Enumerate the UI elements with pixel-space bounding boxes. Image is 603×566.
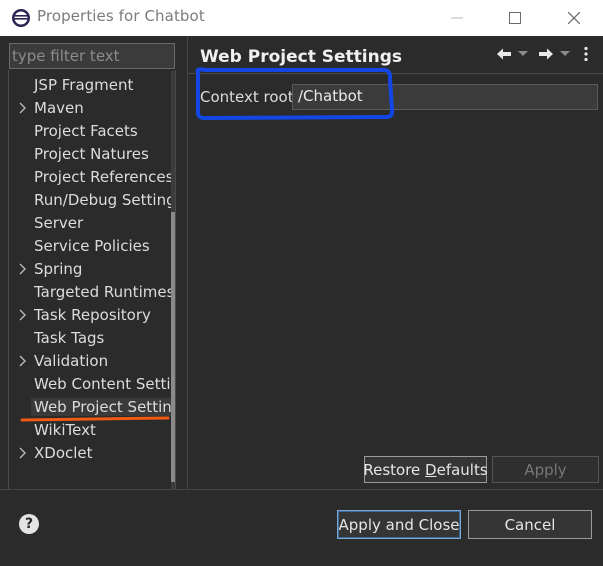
tree-item-label: Maven	[34, 99, 84, 117]
tree-item[interactable]: Task Repository	[9, 304, 175, 326]
filter-placeholder: type filter text	[12, 47, 120, 65]
tree-item-label: Targeted Runtimes	[34, 283, 175, 301]
forward-arrow-icon[interactable]	[536, 44, 556, 64]
chevron-right-icon[interactable]	[17, 262, 29, 276]
apply-button[interactable]: Apply	[492, 456, 599, 483]
tree-item[interactable]: Maven	[9, 97, 175, 119]
tree-item[interactable]: Project Natures	[9, 143, 175, 165]
window-title: Properties for Chatbot	[37, 7, 205, 25]
tree-item[interactable]: WikiText	[9, 419, 175, 441]
tree-item[interactable]: Server	[9, 212, 175, 234]
chevron-right-icon[interactable]	[17, 308, 29, 322]
tree-item-label: Task Repository	[34, 306, 151, 324]
tree-item[interactable]: Targeted Runtimes	[9, 281, 175, 303]
minimize-button[interactable]	[428, 0, 486, 36]
header-divider	[188, 73, 603, 74]
chevron-right-icon[interactable]	[17, 101, 29, 115]
tree-item-label: Validation	[34, 352, 109, 370]
close-button[interactable]	[545, 0, 603, 36]
tree-item-label: Project References	[34, 168, 174, 186]
restore-defaults-button[interactable]: Restore Defaults	[363, 456, 488, 483]
tree-item[interactable]: Spring	[9, 258, 175, 280]
tree-item[interactable]: Validation	[9, 350, 175, 372]
chevron-right-icon[interactable]	[17, 446, 29, 460]
apply-and-close-label: Apply and Close	[338, 515, 460, 534]
tree-item[interactable]: Web Project Settings	[9, 396, 175, 418]
chevron-right-icon[interactable]	[17, 354, 29, 368]
tree-item-label: Server	[34, 214, 84, 232]
tree-item[interactable]: Project Facets	[9, 120, 175, 142]
eclipse-icon	[11, 8, 31, 28]
close-icon	[568, 12, 580, 24]
forward-dropdown-icon[interactable]	[558, 44, 572, 64]
cancel-button[interactable]: Cancel	[468, 510, 592, 539]
tree-item[interactable]: Project References	[9, 166, 175, 188]
back-arrow-icon[interactable]	[494, 44, 514, 64]
context-root-value: /Chatbot	[298, 87, 363, 105]
property-page-tree: JSP Fragment Maven Project Facets Project N…	[9, 71, 175, 491]
tree-item-label: Run/Debug Settings	[34, 191, 175, 209]
tree-item-label: XDoclet	[34, 444, 93, 462]
tree-scrollbar-thumb[interactable]	[171, 212, 175, 482]
tree-item-label: JSP Fragment	[34, 76, 134, 94]
apply-and-close-button[interactable]: Apply and Close	[337, 510, 461, 539]
context-root-field[interactable]: /Chatbot	[292, 84, 598, 110]
tree-item[interactable]: JSP Fragment	[9, 74, 175, 96]
tree-item[interactable]: Web Content Settings	[9, 373, 175, 395]
view-menu-icon[interactable]	[578, 44, 594, 64]
tree-item-label: Web Content Settings	[34, 375, 175, 393]
tree-item[interactable]: Task Tags	[9, 327, 175, 349]
cancel-label: Cancel	[504, 515, 556, 534]
help-icon[interactable]: ?	[19, 514, 39, 534]
tree-item-label: Project Natures	[34, 145, 149, 163]
context-root-label: Context root:	[200, 88, 299, 106]
filter-input[interactable]: type filter text	[9, 43, 175, 69]
button-bar-divider	[0, 489, 603, 490]
tree-item-label: WikiText	[34, 421, 96, 439]
maximize-icon	[509, 12, 521, 24]
restore-defaults-mnemonic: D	[425, 460, 437, 479]
tree-item-label: Spring	[34, 260, 83, 278]
page-title: Web Project Settings	[200, 47, 403, 67]
tree-item-label: Web Project Settings	[31, 398, 175, 416]
maximize-button[interactable]	[486, 0, 544, 36]
restore-defaults-suffix: efaults	[436, 460, 488, 479]
tree-item[interactable]: Service Policies	[9, 235, 175, 257]
tree-item-label: Task Tags	[34, 329, 105, 347]
restore-defaults-prefix: Restore	[363, 460, 426, 479]
tree-item[interactable]: Run/Debug Settings	[9, 189, 175, 211]
back-dropdown-icon[interactable]	[516, 44, 530, 64]
tree-item-label: Service Policies	[34, 237, 150, 255]
tree-item-label: Project Facets	[34, 122, 138, 140]
apply-label: Apply	[524, 460, 567, 479]
tree-item[interactable]: XDoclet	[9, 442, 175, 464]
minimize-icon	[451, 17, 463, 19]
